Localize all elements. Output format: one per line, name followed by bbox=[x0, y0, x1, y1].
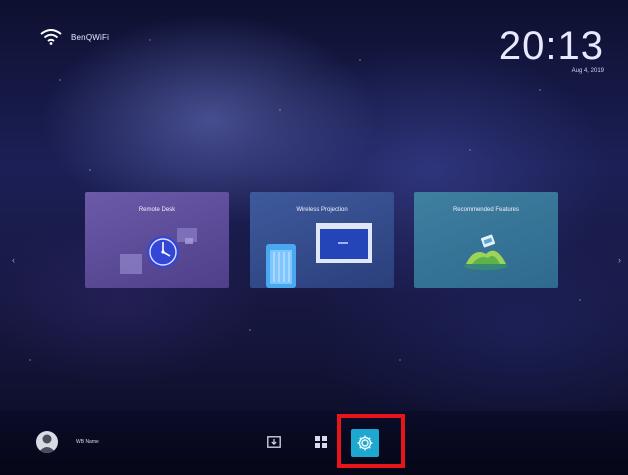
wifi-icon bbox=[40, 29, 62, 45]
user-avatar-icon bbox=[38, 434, 56, 453]
wifi-status[interactable]: BenQWiFi bbox=[40, 29, 109, 45]
wireless-projection-illustration-icon bbox=[266, 223, 372, 288]
launcher-screen: BenQWiFi 20:13 Aug 4, 2019 ‹ › Remote De… bbox=[0, 0, 628, 475]
clock: 20:13 Aug 4, 2019 bbox=[499, 26, 604, 74]
recommended-features-illustration-icon bbox=[464, 234, 508, 270]
scroll-left-arrow-icon[interactable]: ‹ bbox=[12, 255, 18, 265]
settings-button[interactable] bbox=[351, 429, 379, 457]
scroll-right-arrow-icon[interactable]: › bbox=[618, 255, 624, 265]
tile-recommended-features[interactable]: Recommended Features bbox=[414, 192, 558, 288]
input-source-icon bbox=[267, 436, 281, 448]
clock-date: Aug 4, 2019 bbox=[571, 68, 604, 74]
apps-button[interactable] bbox=[310, 431, 332, 453]
input-source-button[interactable] bbox=[263, 431, 285, 453]
clock-time: 20:13 bbox=[498, 24, 604, 68]
apps-grid-icon bbox=[315, 436, 327, 448]
tile-wireless-projection[interactable]: Wireless Projection bbox=[250, 192, 394, 288]
tile-remote-desk[interactable]: Remote Desk bbox=[85, 192, 229, 288]
remote-desk-illustration-icon bbox=[120, 228, 197, 274]
wifi-network-name: BenQWiFi bbox=[71, 32, 110, 42]
user-avatar[interactable] bbox=[36, 431, 58, 453]
user-name[interactable]: WB Name bbox=[76, 439, 99, 445]
settings-gear-icon bbox=[357, 435, 373, 451]
